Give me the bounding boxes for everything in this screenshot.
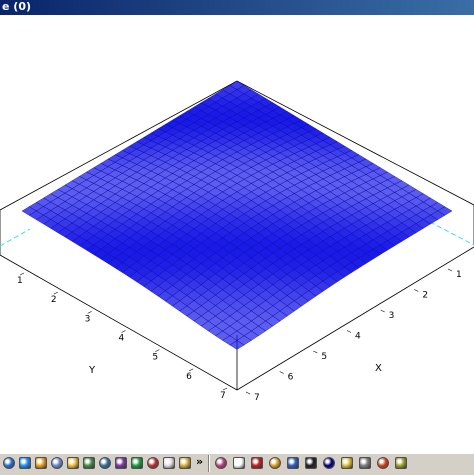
calc-icon[interactable] <box>268 456 282 470</box>
x-tick-mark <box>414 289 419 292</box>
network-icon[interactable] <box>114 456 128 470</box>
monitor-icon-glyph <box>99 457 111 469</box>
x-tick-label: 3 <box>389 311 395 321</box>
pencil-icon-glyph <box>341 457 353 469</box>
globe-icon[interactable] <box>2 456 16 470</box>
monitor2-icon-glyph <box>323 457 335 469</box>
toolbar-separator <box>208 455 209 472</box>
notepad-icon[interactable] <box>162 456 176 470</box>
dashed-guide-left <box>0 228 31 247</box>
pencil-icon[interactable] <box>340 456 354 470</box>
monitor2-icon[interactable] <box>322 456 336 470</box>
explorer-icon-glyph <box>67 457 79 469</box>
tools-icon[interactable] <box>358 456 372 470</box>
app-icon[interactable] <box>146 456 160 470</box>
x-tick-mark <box>245 391 251 395</box>
y-tick-mark <box>189 368 194 372</box>
y-tick-mark <box>87 311 92 314</box>
spark-icon-glyph <box>377 457 389 469</box>
x-tick-mark <box>447 268 453 272</box>
surface-mesh <box>21 80 453 350</box>
y-tick-label: 4 <box>119 334 125 344</box>
x-tick-label: 1 <box>456 270 462 280</box>
y-tick-label: 6 <box>186 372 192 382</box>
x-axis-label: X <box>375 363 382 374</box>
x-tick-mark <box>346 330 352 333</box>
toolbar-chevron[interactable]: » <box>196 455 203 468</box>
y-tick-mark <box>19 272 25 276</box>
terminal-icon[interactable] <box>304 456 318 470</box>
folder-icon-glyph <box>179 457 191 469</box>
x-tick-label: 5 <box>321 352 327 362</box>
x-tick-mark <box>313 350 318 354</box>
globe-icon-glyph <box>3 457 15 469</box>
window-icon[interactable] <box>82 456 96 470</box>
messenger-icon[interactable] <box>130 456 144 470</box>
paint2-icon[interactable] <box>394 456 408 470</box>
explorer-icon[interactable] <box>66 456 80 470</box>
terminal-icon-glyph <box>305 457 317 469</box>
chart-icon-glyph <box>251 457 263 469</box>
messenger-icon-glyph <box>131 457 143 469</box>
media-icon[interactable] <box>34 456 48 470</box>
y-tick-label: 2 <box>51 295 57 305</box>
ie-icon-glyph <box>19 457 31 469</box>
paint-icon-glyph <box>215 457 227 469</box>
x-tick-label: 7 <box>254 393 260 403</box>
taskbar: » <box>0 452 474 475</box>
y-tick-mark <box>155 349 160 352</box>
doc-icon-glyph <box>233 457 245 469</box>
window-titlebar[interactable]: e (0) <box>0 0 474 15</box>
x-tick-label: 4 <box>355 332 361 342</box>
calc-icon-glyph <box>269 457 281 469</box>
plot-area: 1 2 3 4 5 6 7 1 2 3 4 5 6 7 Y X <box>0 15 474 452</box>
media-icon-glyph <box>35 457 47 469</box>
y-tick-mark <box>222 387 228 391</box>
mail-icon[interactable] <box>50 456 64 470</box>
folder-icon[interactable] <box>178 456 192 470</box>
app-icon-glyph <box>147 457 159 469</box>
chart-icon[interactable] <box>250 456 264 470</box>
doc-icon[interactable] <box>232 456 246 470</box>
surface-plot: 1 2 3 4 5 6 7 1 2 3 4 5 6 7 Y X <box>0 80 474 403</box>
spark-icon[interactable] <box>376 456 390 470</box>
paint2-icon-glyph <box>395 457 407 469</box>
y-tick-label: 7 <box>220 391 226 401</box>
x-tick-label: 6 <box>288 373 294 383</box>
y-tick-label: 5 <box>152 353 158 363</box>
x-tick-label: 2 <box>422 291 428 301</box>
window-icon-glyph <box>83 457 95 469</box>
mail-icon-glyph <box>51 457 63 469</box>
x-tick-mark <box>380 309 385 313</box>
window2-icon[interactable] <box>286 456 300 470</box>
monitor-icon[interactable] <box>98 456 112 470</box>
paint-icon[interactable] <box>214 456 228 470</box>
tools-icon-glyph <box>359 457 371 469</box>
network-icon-glyph <box>115 457 127 469</box>
y-tick-mark <box>121 330 126 333</box>
ie-icon[interactable] <box>18 456 32 470</box>
y-tick-mark <box>53 291 58 295</box>
y-axis-label: Y <box>88 365 96 376</box>
dashed-guide-right <box>429 221 474 246</box>
window2-icon-glyph <box>287 457 299 469</box>
window-title: e (0) <box>2 0 31 13</box>
notepad-icon-glyph <box>163 457 175 469</box>
y-tick-label: 3 <box>85 314 91 324</box>
y-tick-label: 1 <box>17 276 23 286</box>
x-tick-mark <box>279 371 284 374</box>
